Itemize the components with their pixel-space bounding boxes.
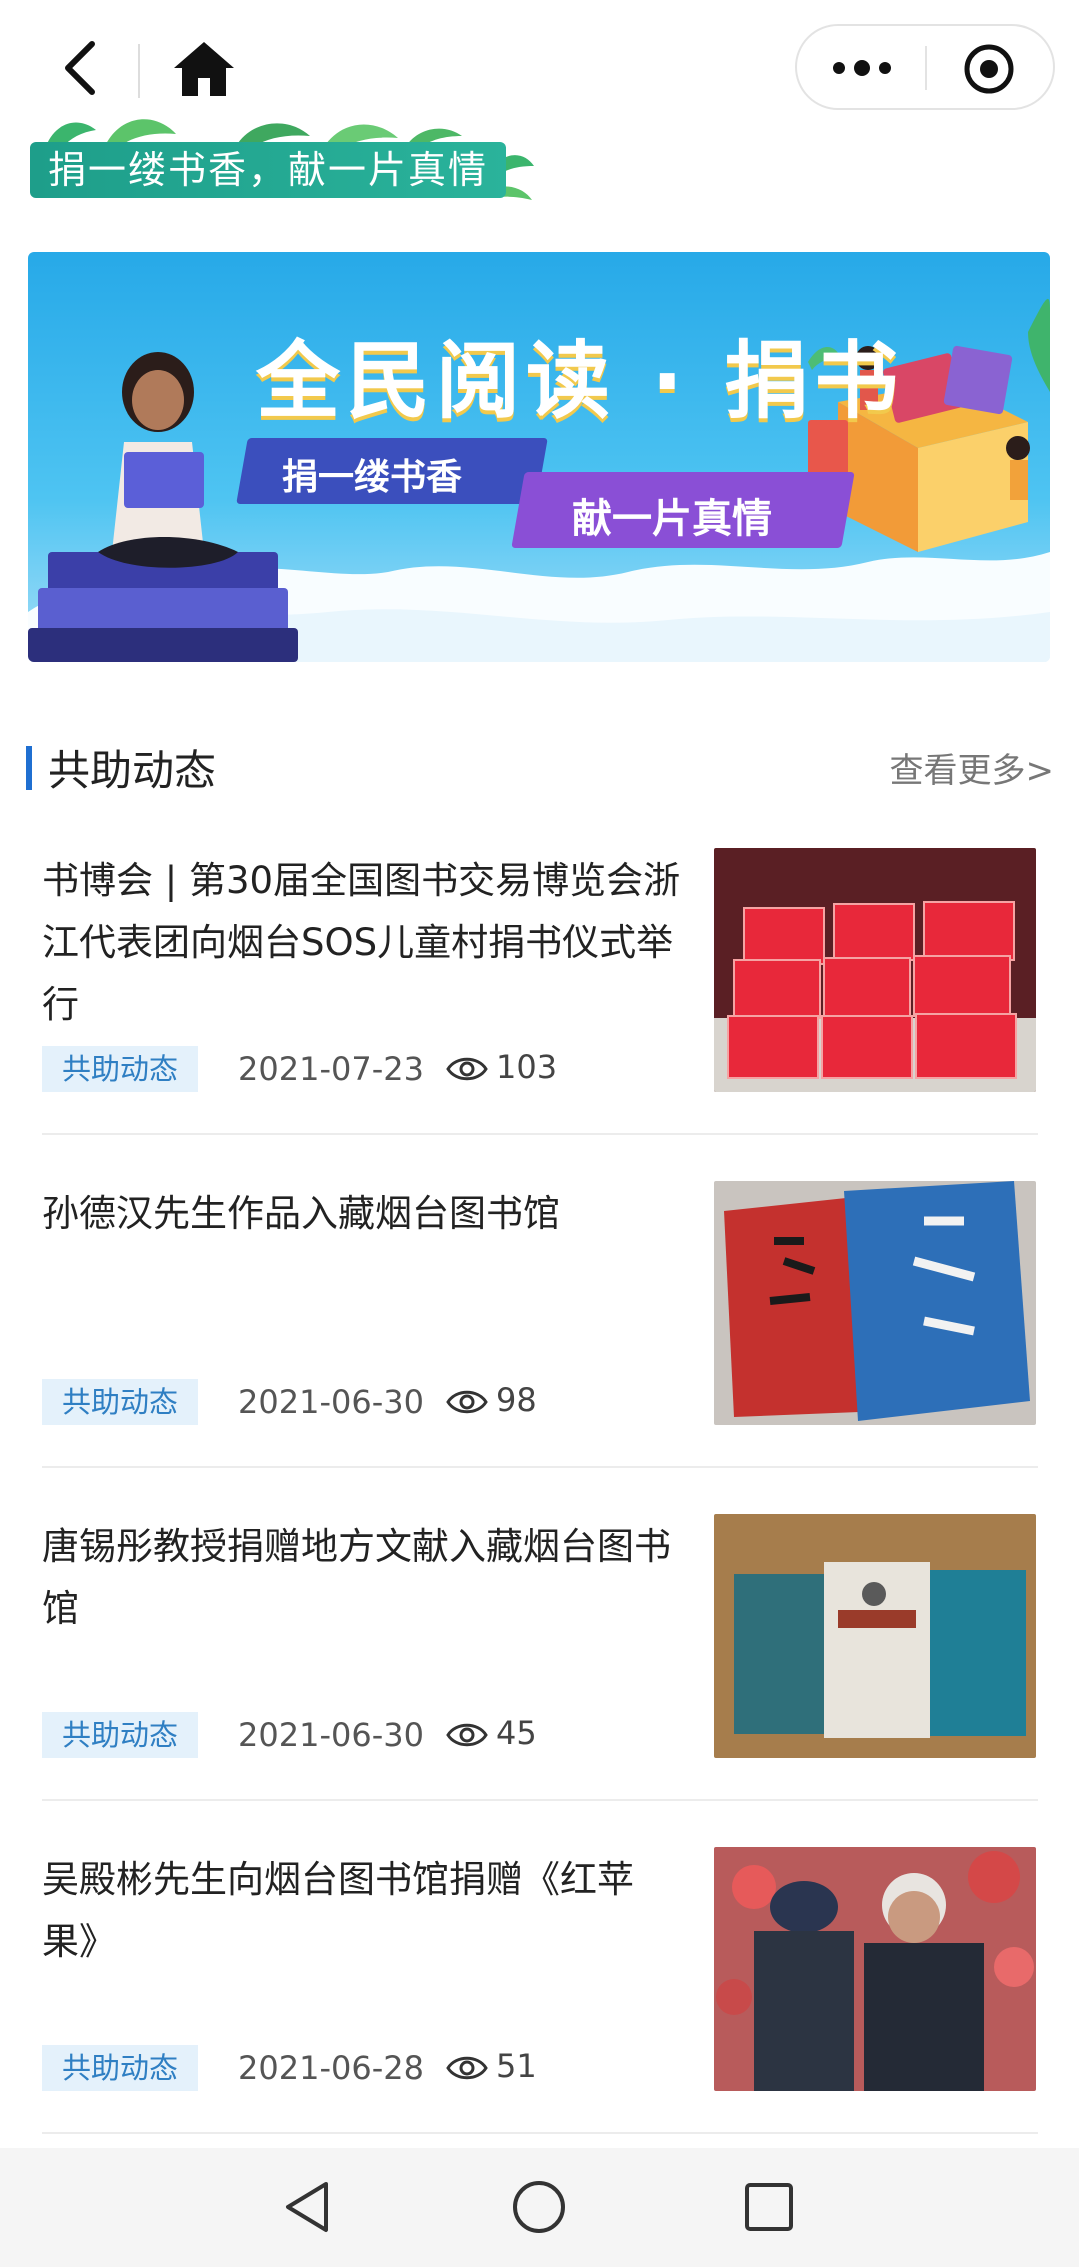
news-title[interactable]: 书博会 | 第30届全国图书交易博览会浙江代表团向烟台SOS儿童村捐书仪式举行 xyxy=(42,850,682,1036)
eye-icon xyxy=(446,1390,488,1414)
system-home-icon[interactable] xyxy=(510,2178,568,2236)
news-views: 45 xyxy=(496,1714,537,1752)
hero-title: 全民阅读 · 捐书 xyxy=(256,332,905,430)
news-views: 103 xyxy=(496,1048,558,1086)
more-dots-icon[interactable] xyxy=(827,50,897,86)
view-more-link[interactable]: 查看更多> xyxy=(890,746,1055,796)
news-meta: 共助动态 2021-06-30 98 xyxy=(42,1379,682,1427)
mini-program-capsule xyxy=(795,24,1055,110)
eye-icon xyxy=(446,1057,488,1081)
list-divider xyxy=(42,2132,1038,2134)
system-nav-bar xyxy=(0,2148,1079,2267)
section-header: 共助动态 查看更多> xyxy=(26,740,1054,810)
news-meta: 共助动态 2021-06-30 45 xyxy=(42,1712,682,1760)
slogan-text: 捐一缕书香，献一片真情 xyxy=(48,148,489,192)
news-meta: 共助动态 2021-06-28 51 xyxy=(42,2045,682,2093)
news-tag: 共助动态 xyxy=(42,1712,198,1758)
news-date: 2021-07-23 xyxy=(238,1050,424,1088)
news-views: 51 xyxy=(496,2047,537,2085)
list-divider xyxy=(42,1466,1038,1468)
eye-icon xyxy=(446,2056,488,2080)
news-tag: 共助动态 xyxy=(42,2045,198,2091)
hero-tag2-text: 献一片真情 xyxy=(572,496,772,542)
eye-icon xyxy=(446,1723,488,1747)
back-arrow-icon[interactable] xyxy=(52,36,112,100)
list-divider xyxy=(42,1133,1038,1135)
news-thumbnail[interactable] xyxy=(714,1514,1036,1758)
news-thumbnail[interactable] xyxy=(714,1847,1036,2091)
news-date: 2021-06-30 xyxy=(238,1716,424,1754)
system-recent-icon[interactable] xyxy=(742,2180,796,2234)
target-icon[interactable] xyxy=(961,42,1017,96)
news-title[interactable]: 孙德汉先生作品入藏烟台图书馆 xyxy=(42,1183,682,1245)
news-views: 98 xyxy=(496,1381,537,1419)
hero-tag1-text: 捐一缕书香 xyxy=(282,457,463,498)
news-title[interactable]: 唐锡彤教授捐赠地方文献入藏烟台图书馆 xyxy=(42,1516,682,1640)
news-tag: 共助动态 xyxy=(42,1046,198,1092)
home-icon[interactable] xyxy=(170,38,238,100)
slogan-banner: 捐一缕书香，献一片真情 xyxy=(26,110,536,200)
section-title: 共助动态 xyxy=(48,746,217,795)
system-back-icon[interactable] xyxy=(280,2178,336,2236)
news-tag: 共助动态 xyxy=(42,1379,198,1425)
news-title[interactable]: 吴殿彬先生向烟台图书馆捐赠《红苹果》 xyxy=(42,1849,682,1973)
news-thumbnail[interactable] xyxy=(714,848,1036,1092)
capsule-divider xyxy=(925,46,927,90)
hero-banner[interactable]: 全民阅读 · 捐书 捐一缕书香 献一片真情 xyxy=(28,252,1050,662)
nav-divider xyxy=(138,44,140,98)
news-date: 2021-06-30 xyxy=(238,1383,424,1421)
list-divider xyxy=(42,1799,1038,1801)
news-thumbnail[interactable] xyxy=(714,1181,1036,1425)
news-meta: 共助动态 2021-07-23 103 xyxy=(42,1046,682,1094)
news-date: 2021-06-28 xyxy=(238,2049,424,2087)
section-accent-bar xyxy=(26,746,32,790)
